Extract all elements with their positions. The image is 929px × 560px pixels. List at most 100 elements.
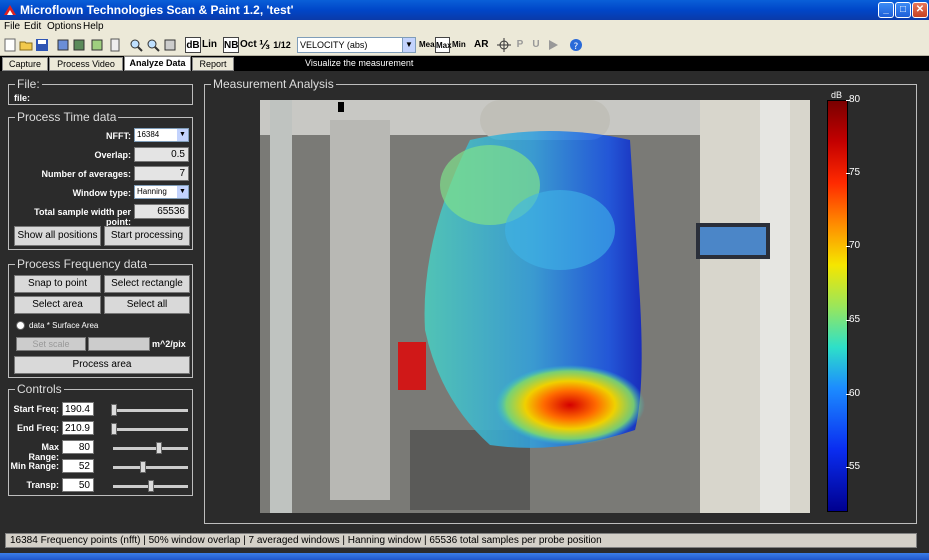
svg-text:?: ? bbox=[574, 42, 579, 52]
process-freq-legend: Process Frequency data bbox=[15, 257, 150, 271]
min-range-slider[interactable] bbox=[113, 466, 188, 469]
select-area-button[interactable]: Select area bbox=[14, 296, 101, 314]
select-all-button[interactable]: Select all bbox=[104, 296, 190, 314]
menu-edit[interactable]: Edit bbox=[24, 21, 41, 32]
twelfth-octave-button[interactable]: 1/12 bbox=[273, 37, 291, 53]
third-octave-button[interactable]: ⅓ bbox=[257, 37, 272, 53]
save-icon[interactable] bbox=[35, 38, 49, 52]
p-button[interactable]: P bbox=[514, 37, 526, 53]
overlap-label: Overlap: bbox=[94, 150, 131, 160]
end-freq-field[interactable]: 210.9 bbox=[62, 421, 94, 435]
pan-icon[interactable] bbox=[163, 38, 177, 52]
process-time-legend: Process Time data bbox=[15, 110, 119, 124]
set-scale-button[interactable]: Set scale bbox=[16, 337, 86, 351]
max-range-slider[interactable] bbox=[113, 447, 188, 450]
measurement-analysis-legend: Measurement Analysis bbox=[211, 77, 336, 91]
open-folder-icon[interactable] bbox=[19, 38, 33, 52]
file-legend: File: bbox=[15, 77, 42, 91]
menu-options[interactable]: Options bbox=[47, 21, 81, 32]
max-range-label: Max Range: bbox=[28, 442, 59, 462]
tab-bar: Capture Process Video Analyze Data Repor… bbox=[0, 56, 929, 71]
heatmap-overlay bbox=[260, 100, 810, 513]
minimize-button[interactable]: _ bbox=[878, 2, 894, 18]
averages-label: Number of averages: bbox=[41, 169, 131, 179]
tab-analyze-data[interactable]: Analyze Data bbox=[124, 56, 191, 71]
new-file-icon[interactable] bbox=[3, 38, 17, 52]
transparency-field[interactable]: 50 bbox=[62, 478, 94, 492]
tab-process-video[interactable]: Process Video bbox=[49, 57, 123, 71]
file-panel: File: file: bbox=[8, 77, 193, 105]
db-button[interactable]: dB bbox=[185, 37, 201, 53]
chevron-down-icon: ▼ bbox=[177, 186, 188, 198]
close-button[interactable]: ✕ bbox=[912, 2, 928, 18]
nfft-select[interactable]: 16384 ▼ bbox=[134, 128, 189, 142]
lin-button[interactable]: Lin bbox=[202, 37, 217, 53]
ar-button[interactable]: AR bbox=[474, 37, 488, 53]
min-range-knob[interactable] bbox=[140, 461, 146, 473]
colorbar bbox=[827, 100, 848, 512]
document-icon[interactable] bbox=[108, 38, 122, 52]
toolbar: dB Lin NB Oct ⅓ 1/12 VELOCITY (abs) ▼ Me… bbox=[0, 34, 929, 56]
menu-file[interactable]: File bbox=[4, 21, 20, 32]
max-button[interactable]: Max bbox=[435, 37, 452, 53]
start-processing-button[interactable]: Start processing bbox=[104, 226, 190, 246]
start-freq-label: Start Freq: bbox=[13, 404, 59, 414]
total-width-field[interactable]: 65536 bbox=[134, 204, 189, 219]
file-label: file: bbox=[14, 93, 31, 103]
min-range-label: Min Range: bbox=[10, 461, 60, 471]
overlap-field[interactable]: 0.5 bbox=[134, 147, 189, 162]
process-area-button[interactable]: Process area bbox=[14, 356, 190, 374]
grid-icon[interactable] bbox=[90, 38, 104, 52]
chevron-down-icon: ▼ bbox=[177, 129, 188, 141]
max-range-knob[interactable] bbox=[156, 442, 162, 454]
show-all-positions-button[interactable]: Show all positions bbox=[14, 226, 101, 246]
taskbar bbox=[0, 553, 929, 560]
min-range-field[interactable]: 52 bbox=[62, 459, 94, 473]
menu-bar: File Edit Options Help bbox=[0, 20, 929, 34]
tab-hint: Visualize the measurement bbox=[305, 58, 414, 68]
menu-help[interactable]: Help bbox=[83, 21, 104, 32]
window-type-value: Hanning bbox=[137, 187, 167, 196]
crosshair-icon[interactable] bbox=[497, 38, 511, 52]
export-icon[interactable] bbox=[72, 38, 86, 52]
nb-button[interactable]: NB bbox=[223, 37, 239, 53]
end-freq-slider[interactable] bbox=[113, 428, 188, 431]
status-bar: 16384 Frequency points (nfft) | 50% wind… bbox=[5, 533, 917, 548]
averages-field[interactable]: 7 bbox=[134, 166, 189, 181]
end-freq-label: End Freq: bbox=[17, 423, 59, 433]
octave-button[interactable]: Oct bbox=[240, 37, 257, 53]
controls-legend: Controls bbox=[15, 382, 64, 396]
select-rectangle-button[interactable]: Select rectangle bbox=[104, 275, 190, 293]
start-freq-knob[interactable] bbox=[111, 404, 117, 416]
colorbar-tick-55: 55 bbox=[849, 461, 861, 472]
snap-to-point-button[interactable]: Snap to point bbox=[14, 275, 101, 293]
min-button[interactable]: Min bbox=[452, 37, 466, 53]
quantity-select[interactable]: VELOCITY (abs) ▼ bbox=[297, 37, 416, 53]
colorbar-unit: dB bbox=[831, 90, 843, 100]
tab-report[interactable]: Report bbox=[192, 57, 234, 71]
quantity-value: VELOCITY (abs) bbox=[300, 40, 368, 50]
tab-capture[interactable]: Capture bbox=[2, 57, 48, 71]
help-icon[interactable]: ? bbox=[569, 38, 583, 52]
surface-area-label: data * Surface Area bbox=[29, 321, 99, 330]
colorbar-tick-75: 75 bbox=[849, 167, 861, 178]
transparency-knob[interactable] bbox=[148, 480, 154, 492]
max-range-field[interactable]: 80 bbox=[62, 440, 94, 454]
start-freq-field[interactable]: 190.4 bbox=[62, 402, 94, 416]
zoom-in-icon[interactable] bbox=[129, 38, 143, 52]
end-freq-knob[interactable] bbox=[111, 423, 117, 435]
u-button[interactable]: U bbox=[530, 37, 542, 53]
window-title: Microflown Technologies Scan & Paint 1.2… bbox=[20, 3, 294, 17]
window-type-select[interactable]: Hanning ▼ bbox=[134, 185, 189, 199]
total-width-label: Total sample width per point: bbox=[34, 207, 131, 227]
surface-area-radio[interactable] bbox=[16, 321, 25, 330]
measurement-image[interactable] bbox=[260, 100, 810, 513]
maximize-button[interactable]: □ bbox=[895, 2, 911, 18]
mean-button[interactable]: Mea bbox=[419, 37, 435, 53]
import-icon[interactable] bbox=[56, 38, 70, 52]
scale-field[interactable] bbox=[88, 337, 150, 351]
play-icon[interactable] bbox=[546, 38, 560, 52]
zoom-out-icon[interactable] bbox=[146, 38, 160, 52]
start-freq-slider[interactable] bbox=[113, 409, 188, 412]
app-icon bbox=[4, 5, 16, 15]
